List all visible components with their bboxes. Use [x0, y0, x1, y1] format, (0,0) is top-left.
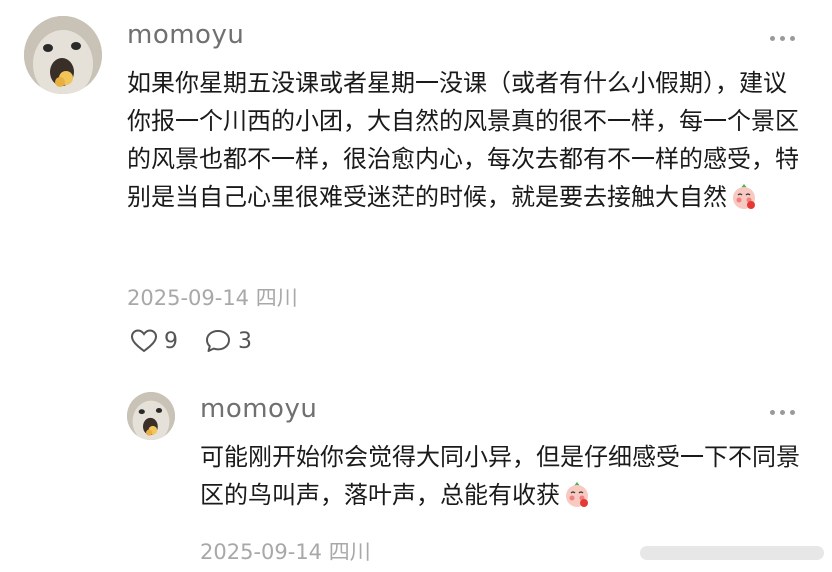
comment-actions: 9 3	[130, 328, 268, 354]
avatar[interactable]	[127, 392, 175, 440]
comment: momoyu 如果你星期五没课或者星期一没课（或者有什么小假期），建议你报一个川…	[0, 0, 832, 380]
comment-text-content: 如果你星期五没课或者星期一没课（或者有什么小假期），建议你报一个川西的小团，大自…	[127, 69, 799, 211]
speech-bubble-icon	[206, 330, 230, 352]
like-button[interactable]: 9	[130, 328, 178, 354]
shy-face-emoji-icon	[729, 181, 759, 211]
reply-date: 2025-09-14	[200, 540, 323, 564]
reply-text-content: 可能刚开始你会觉得大同小异，但是仔细感受一下不同景区的鸟叫声，落叶声，总能有收获	[200, 443, 800, 509]
like-count: 9	[164, 328, 178, 354]
avatar[interactable]	[24, 16, 102, 94]
reply-meta: 2025-09-14 四川	[200, 536, 371, 566]
reply-count: 3	[238, 328, 252, 354]
reply-button[interactable]: 3	[204, 328, 252, 354]
more-dots-icon[interactable]	[770, 36, 795, 41]
watermark	[640, 540, 824, 566]
username[interactable]: momoyu	[127, 20, 244, 50]
comment-meta: 2025-09-14 四川	[127, 282, 298, 312]
shy-face-emoji-icon	[562, 479, 592, 509]
comment-date: 2025-09-14	[127, 286, 250, 310]
heart-icon	[130, 329, 158, 353]
avatar-image	[127, 392, 175, 440]
more-dots-icon[interactable]	[770, 410, 795, 415]
comment-text: 如果你星期五没课或者星期一没课（或者有什么小假期），建议你报一个川西的小团，大自…	[127, 64, 807, 216]
avatar-image	[24, 16, 102, 94]
reply-text: 可能刚开始你会觉得大同小异，但是仔细感受一下不同景区的鸟叫声，落叶声，总能有收获	[200, 438, 800, 514]
reply-location: 四川	[328, 540, 371, 564]
comment-location: 四川	[255, 286, 298, 310]
username[interactable]: momoyu	[200, 394, 317, 424]
